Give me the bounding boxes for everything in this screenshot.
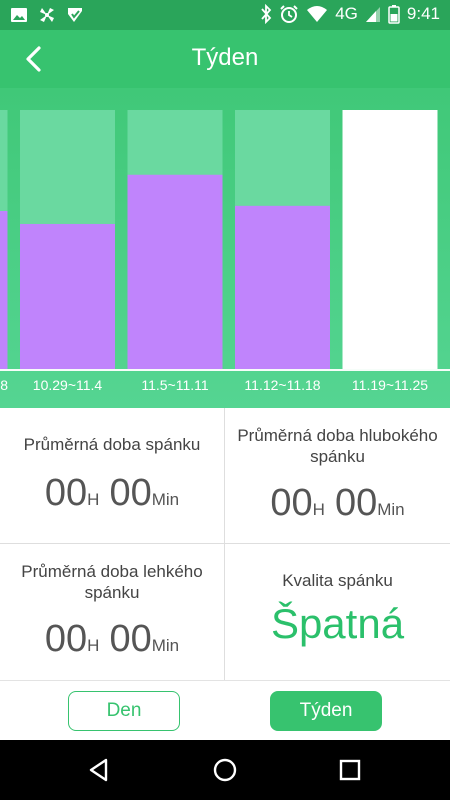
chart-svg: 8 10.29~11.4 11.5~11.11 11.12~11.18 11.19~11… bbox=[0, 110, 438, 393]
avg-sleep-minutes: 00 bbox=[109, 472, 152, 514]
tab-week[interactable]: Týden bbox=[270, 691, 382, 731]
avg-deep-hours: 00 bbox=[270, 482, 313, 524]
chart-x-tick-label: 10.29~11.4 bbox=[33, 377, 103, 393]
weekly-sleep-chart[interactable]: 8 10.29~11.4 11.5~11.11 11.12~11.18 11.19~11… bbox=[0, 88, 450, 408]
avg-light-sleep-value: 00H 00Min bbox=[0, 618, 224, 661]
avg-light-minutes: 00 bbox=[109, 618, 152, 660]
chart-x-tick-label: 11.5~11.11 bbox=[141, 377, 209, 393]
chart-bar-group[interactable] bbox=[127, 110, 223, 369]
chart-bar-group[interactable] bbox=[20, 110, 115, 369]
chart-bar-selected[interactable] bbox=[342, 110, 438, 369]
recents-square-icon[interactable] bbox=[337, 757, 363, 783]
network-label: 4G bbox=[335, 4, 358, 23]
chart-bar-group[interactable] bbox=[342, 110, 438, 369]
avg-sleep-hours-unit: H bbox=[87, 490, 100, 509]
chart-x-tick-label: 11.19~11.25 bbox=[352, 377, 428, 393]
avg-light-minutes-unit: Min bbox=[151, 636, 180, 655]
wifi-icon bbox=[307, 6, 328, 22]
check-icon bbox=[68, 8, 82, 22]
chart-x-tick-label: 11.12~11.18 bbox=[244, 377, 320, 393]
chart-bar-deep[interactable] bbox=[235, 205, 330, 369]
avg-light-sleep-cell: Průměrná doba lehkého spánku 00H 00Min bbox=[0, 544, 225, 680]
bluetooth-icon bbox=[261, 4, 272, 24]
sleep-quality-value: Špatná bbox=[270, 600, 405, 647]
chart-bar-deep[interactable] bbox=[127, 174, 223, 369]
avg-deep-minutes-unit: Min bbox=[377, 500, 405, 519]
avg-deep-minutes: 00 bbox=[334, 482, 378, 524]
chart-bar-deep[interactable] bbox=[0, 211, 8, 369]
battery-icon bbox=[388, 5, 400, 24]
app-header: Týden bbox=[0, 30, 450, 88]
avg-deep-sleep-value: 00H 00Min bbox=[225, 482, 450, 525]
avg-sleep-hours: 00 bbox=[44, 472, 88, 514]
avg-sleep-cell: Průměrná doba spánku 00H 00Min bbox=[0, 408, 225, 544]
clock: 9:41 bbox=[406, 4, 440, 23]
period-tab-bar: Den Týden bbox=[0, 680, 450, 740]
chart-x-tick-label: 8 bbox=[0, 377, 8, 393]
back-triangle-icon[interactable] bbox=[86, 757, 112, 783]
tab-day[interactable]: Den bbox=[68, 691, 180, 731]
fan-icon bbox=[40, 8, 54, 22]
chart-bar-deep[interactable] bbox=[20, 223, 115, 369]
signal-icon bbox=[365, 7, 380, 22]
home-circle-icon[interactable] bbox=[212, 757, 238, 783]
avg-sleep-label: Průměrná doba spánku bbox=[23, 435, 201, 454]
page-title: Týden bbox=[191, 44, 259, 71]
chart-bar-group[interactable] bbox=[235, 110, 330, 369]
sleep-quality-label: Kvalita spánku bbox=[282, 571, 393, 590]
avg-light-hours-unit: H bbox=[87, 636, 100, 655]
avg-deep-sleep-cell: Průměrná doba hlubokého spánku 00H 00Min bbox=[225, 408, 450, 544]
chart-baseline bbox=[0, 369, 450, 371]
avg-sleep-value: 00H 00Min bbox=[0, 472, 224, 515]
alarm-icon bbox=[280, 5, 298, 23]
status-bar: 4G 9:41 bbox=[0, 0, 450, 30]
avg-deep-hours-unit: H bbox=[312, 500, 325, 519]
avg-light-sleep-label: Průměrná doba lehkého spánku bbox=[21, 562, 203, 602]
avg-light-hours: 00 bbox=[44, 618, 88, 660]
sleep-quality-cell: Kvalita spánku Špatná bbox=[225, 544, 450, 680]
chart-bar-group[interactable] bbox=[0, 110, 8, 369]
avg-deep-sleep-label: Průměrná doba hlubokého spánku bbox=[237, 426, 438, 466]
stats-grid: Průměrná doba spánku 00H 00Min Průměrná d… bbox=[0, 408, 450, 680]
image-icon bbox=[11, 8, 27, 22]
system-nav-bar bbox=[0, 740, 450, 800]
avg-sleep-minutes-unit: Min bbox=[151, 490, 180, 509]
